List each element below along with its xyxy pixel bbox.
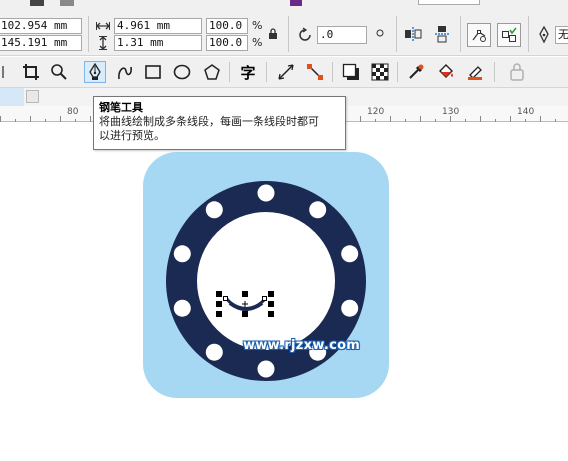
tab-page-button[interactable] (26, 90, 39, 103)
polygon-tool-icon[interactable] (201, 61, 223, 83)
pen-tool-tooltip: 钢笔工具 将曲线绘制成多条线段，每画一条线段时都可 以进行预览。 (93, 96, 346, 150)
separator (528, 16, 529, 52)
lock-tool-icon[interactable] (506, 61, 528, 83)
separator (229, 62, 230, 82)
height-field[interactable]: 1.31 mm (114, 35, 202, 51)
separator (396, 16, 397, 52)
crop-tool-icon[interactable] (20, 61, 42, 83)
ruler-label: 140 (517, 107, 535, 117)
ring-dot (205, 201, 223, 219)
zoom-tool-icon[interactable] (48, 61, 70, 83)
ring-dot (205, 343, 223, 361)
outline-pen-icon[interactable] (535, 25, 553, 45)
mirror-vertical-icon[interactable] (432, 24, 452, 44)
separator (88, 16, 89, 52)
tooltip-description-line1: 将曲线绘制成多条线段，每画一条线段时都可 (99, 115, 319, 128)
separator (494, 62, 495, 82)
separator (332, 62, 333, 82)
ring-dot (173, 245, 191, 263)
node-edit-icon[interactable] (467, 23, 491, 47)
ellipse-tool-icon[interactable] (171, 61, 193, 83)
toolbar-stub (290, 0, 302, 6)
text-tool-icon[interactable]: 字 (237, 61, 259, 83)
drop-shadow-tool-icon[interactable] (340, 61, 362, 83)
scale-x-field[interactable]: 100.0 (206, 18, 248, 34)
separator (460, 16, 461, 52)
scale-x-unit: % (252, 19, 263, 32)
ring-dot (341, 299, 359, 317)
artwork (143, 152, 389, 398)
pen-tool-icon[interactable] (84, 61, 106, 83)
inner-circle[interactable] (197, 212, 335, 350)
width-arrow-icon (96, 19, 110, 33)
rectangle-tool-icon[interactable] (142, 61, 164, 83)
rotate-icon (296, 26, 314, 44)
height-arrow-icon (97, 36, 109, 50)
toolbox: 字 (0, 57, 568, 88)
drawing-canvas[interactable] (0, 123, 568, 461)
document-tab[interactable] (0, 88, 24, 106)
bspline-tool-icon[interactable] (114, 61, 136, 83)
separator (266, 62, 267, 82)
connector-tool-icon[interactable] (304, 61, 326, 83)
rotation-field[interactable]: .0 (317, 26, 367, 44)
lock-ratio-icon[interactable] (266, 27, 280, 41)
separator (288, 16, 289, 52)
transparency-tool-icon[interactable] (369, 61, 391, 83)
separator (397, 62, 398, 82)
scale-y-unit: % (252, 36, 263, 49)
tooltip-title: 钢笔工具 (99, 101, 143, 114)
ring-dot (257, 360, 275, 378)
width-field[interactable]: 4.961 mm (114, 18, 202, 34)
smart-fill-tool-icon[interactable] (464, 61, 486, 83)
property-bar: 102.954 mm 145.191 mm 4.961 mm 1.31 mm 1… (0, 0, 568, 56)
dimension-tool-icon[interactable] (275, 61, 297, 83)
eyedropper-tool-icon[interactable] (405, 61, 427, 83)
degree-icon (374, 27, 386, 39)
toolbar-stub (60, 0, 74, 6)
interactive-fill-tool-icon[interactable] (435, 61, 457, 83)
y-position-field[interactable]: 145.191 mm (0, 35, 82, 51)
toolbar-stub (30, 0, 44, 6)
toolbox-handle (0, 61, 14, 83)
mirror-horizontal-icon[interactable] (403, 24, 423, 44)
ruler-label: 80 (67, 107, 79, 117)
outline-width-select[interactable]: 无 (555, 26, 568, 44)
ruler-label: 120 (367, 107, 385, 117)
scale-y-field[interactable]: 100.0 (206, 35, 248, 51)
ruler-label: 130 (442, 107, 460, 117)
ring-dot (341, 245, 359, 263)
tooltip-description-line2: 以进行预览。 (99, 129, 165, 142)
ring-dot (309, 201, 327, 219)
auto-close-curve-icon[interactable] (497, 23, 521, 47)
zoom-field-stub[interactable] (418, 0, 480, 5)
x-position-field[interactable]: 102.954 mm (0, 18, 82, 34)
watermark: www.rjzxw.com (243, 338, 361, 353)
ring-dot (173, 299, 191, 317)
ring-dot (257, 184, 275, 202)
